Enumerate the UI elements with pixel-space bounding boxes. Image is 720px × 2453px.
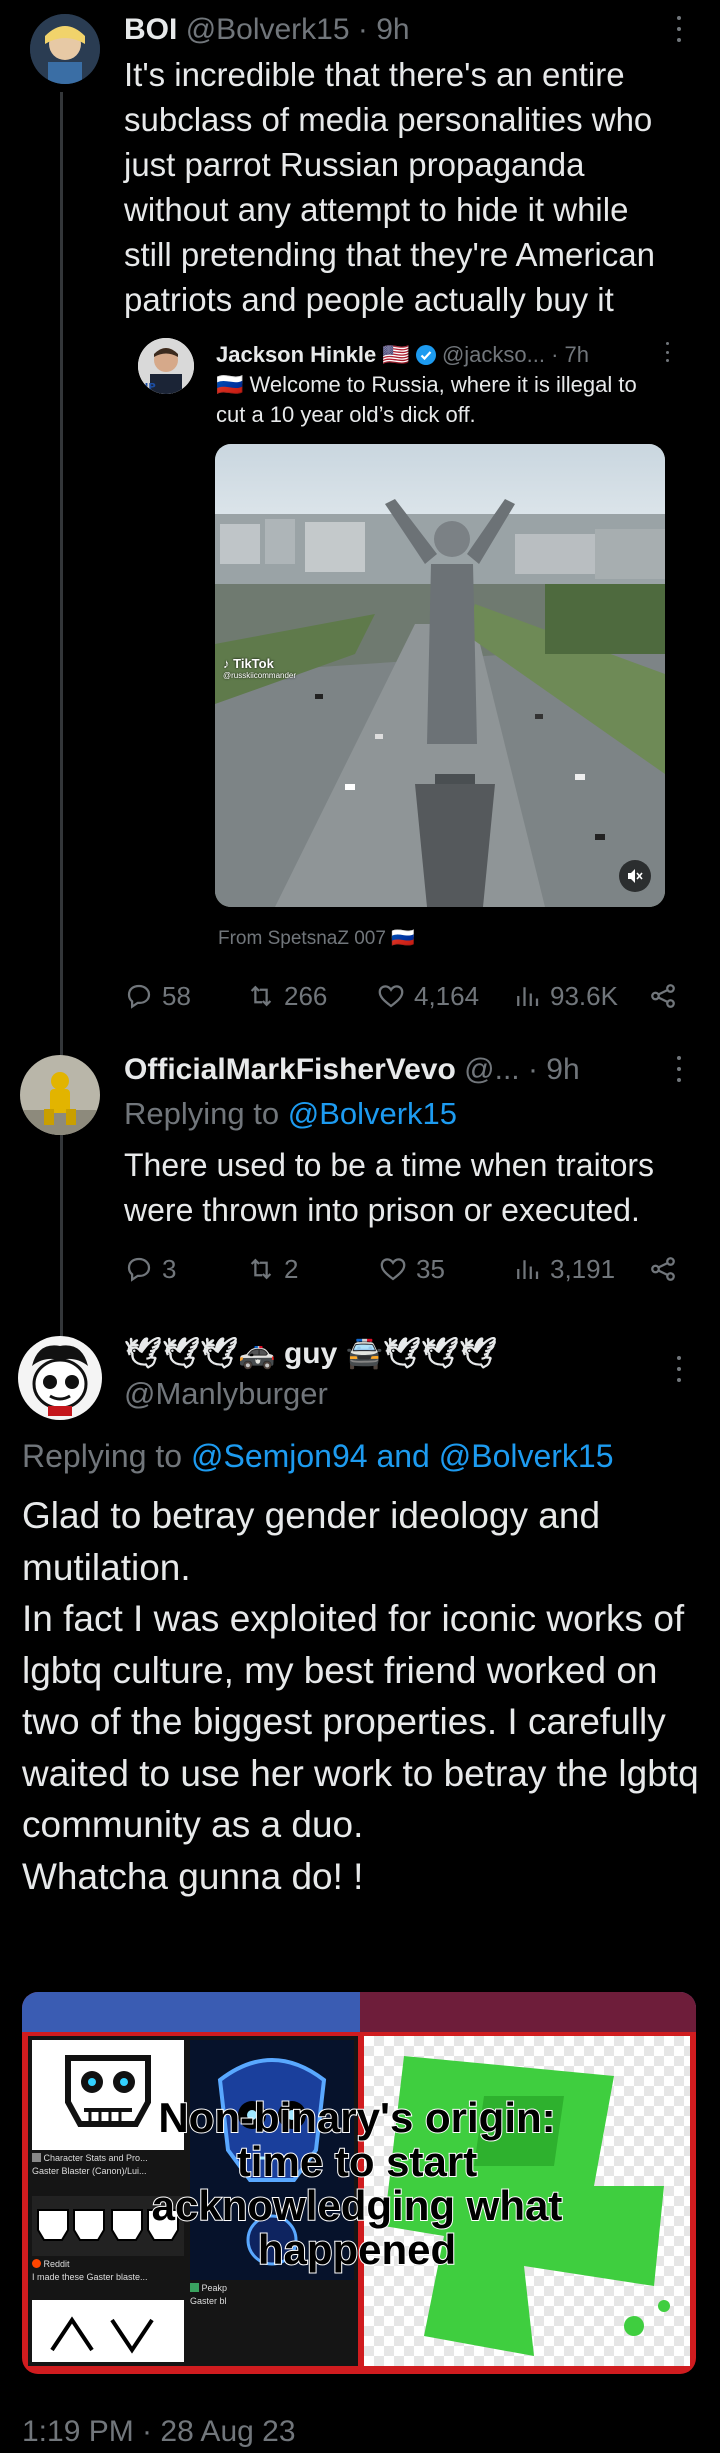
share-icon [651,984,675,1008]
quote-timestamp[interactable]: · 7h [551,342,589,367]
replying-label: Replying to [124,1096,280,1131]
share-icon [651,1257,675,1281]
quote-author-name[interactable]: Jackson Hinkle 🇺🇸 [216,342,410,367]
replying-to-link[interactable]: @Semjon94 and @Bolverk15 [191,1438,614,1474]
verified-badge-icon [415,343,436,373]
quote-avatar[interactable]: HP [138,338,194,394]
quote-video[interactable]: ♪ TikTok @russkiicommander [215,444,665,907]
author-handle[interactable]: @Bolverk15 [186,13,350,46]
image-top-right-strip [360,1992,696,2032]
views-icon [517,987,539,1006]
timestamp[interactable]: · 9h [358,13,410,46]
reply-button[interactable]: 58 [124,981,246,1012]
like-button[interactable]: 35 [378,1254,512,1285]
tweet-text: Glad to betray gender ideology and mutil… [22,1495,699,1897]
views-icon [517,1260,539,1279]
share-button[interactable] [648,981,678,1011]
attached-image[interactable]: Character Stats and Pro... Gaster Blaste… [22,1992,696,2374]
author-name[interactable]: OfficialMarkFisherVevo [124,1053,456,1086]
like-count: 4,164 [414,980,480,1011]
avatar[interactable] [20,1055,100,1135]
views-button[interactable]: 3,191 [512,1254,648,1285]
tiktok-watermark: ♪ TikTok @russkiicommander [223,656,297,680]
tweet-text: It's incredible that there's an entire s… [124,56,665,318]
replying-label: Replying to [22,1438,183,1474]
timestamp[interactable]: · 9h [528,1053,580,1086]
pixel-thumbnail [32,2300,184,2362]
speaker-muted-icon [628,869,643,883]
author-handle[interactable]: @... [464,1053,519,1086]
heart-icon [378,985,404,1008]
author-name[interactable]: 🕊🕊🕊🚓 guy 🚔🕊🕊🕊 [124,1334,497,1374]
quote-more-options-icon[interactable] [664,342,670,362]
share-button[interactable] [648,1254,678,1284]
views-button[interactable]: 93.6K [512,981,648,1012]
reply-icon [127,1257,151,1282]
tweet-text: There used to be a time when traitors we… [124,1147,663,1228]
like-count: 35 [416,1253,445,1284]
repost-icon [250,985,272,1007]
repost-count: 2 [284,1253,299,1284]
more-options-icon[interactable] [676,1056,682,1082]
quote-author-handle[interactable]: @jackso... [442,342,545,367]
meme-caption: Non-binary's origin: time to start ackno… [151,2094,564,2273]
thread-line [60,92,63,1337]
like-button[interactable]: 4,164 [376,981,512,1012]
svg-text:HP: HP [140,382,156,393]
more-options-icon[interactable] [676,16,682,42]
avatar[interactable] [18,1336,102,1420]
more-options-icon[interactable] [676,1356,682,1382]
reply-button[interactable]: 3 [124,1254,246,1285]
repost-button[interactable]: 266 [246,981,376,1012]
view-count: 3,191 [550,1253,616,1284]
heart-icon [380,1258,406,1281]
reply-count: 3 [162,1253,177,1284]
repost-count: 266 [284,980,328,1011]
search-card-3: Peakp Gaster bl [190,2283,228,2306]
replying-to-link[interactable]: @Bolverk15 [288,1096,457,1131]
quote-tweet[interactable]: HP Jackson Hinkle 🇺🇸 @jackso... · 7h 🇷🇺 … [124,322,684,972]
repost-icon [250,1258,272,1280]
author-name[interactable]: BOI [124,13,177,46]
reply-count: 58 [162,980,191,1011]
reply-icon [127,984,151,1009]
mute-button[interactable] [619,860,651,892]
quote-text: 🇷🇺 Welcome to Russia, where it is illega… [216,372,637,427]
view-count: 93.6K [550,980,618,1011]
repost-button[interactable]: 2 [246,1254,378,1285]
author-handle[interactable]: @Manlyburger [124,1374,328,1414]
avatar[interactable] [30,14,100,84]
post-timestamp[interactable]: 1:19 PM · 28 Aug 23 [22,2412,296,2452]
video-source[interactable]: From SpetsnaZ 007 🇷🇺 [218,926,415,950]
